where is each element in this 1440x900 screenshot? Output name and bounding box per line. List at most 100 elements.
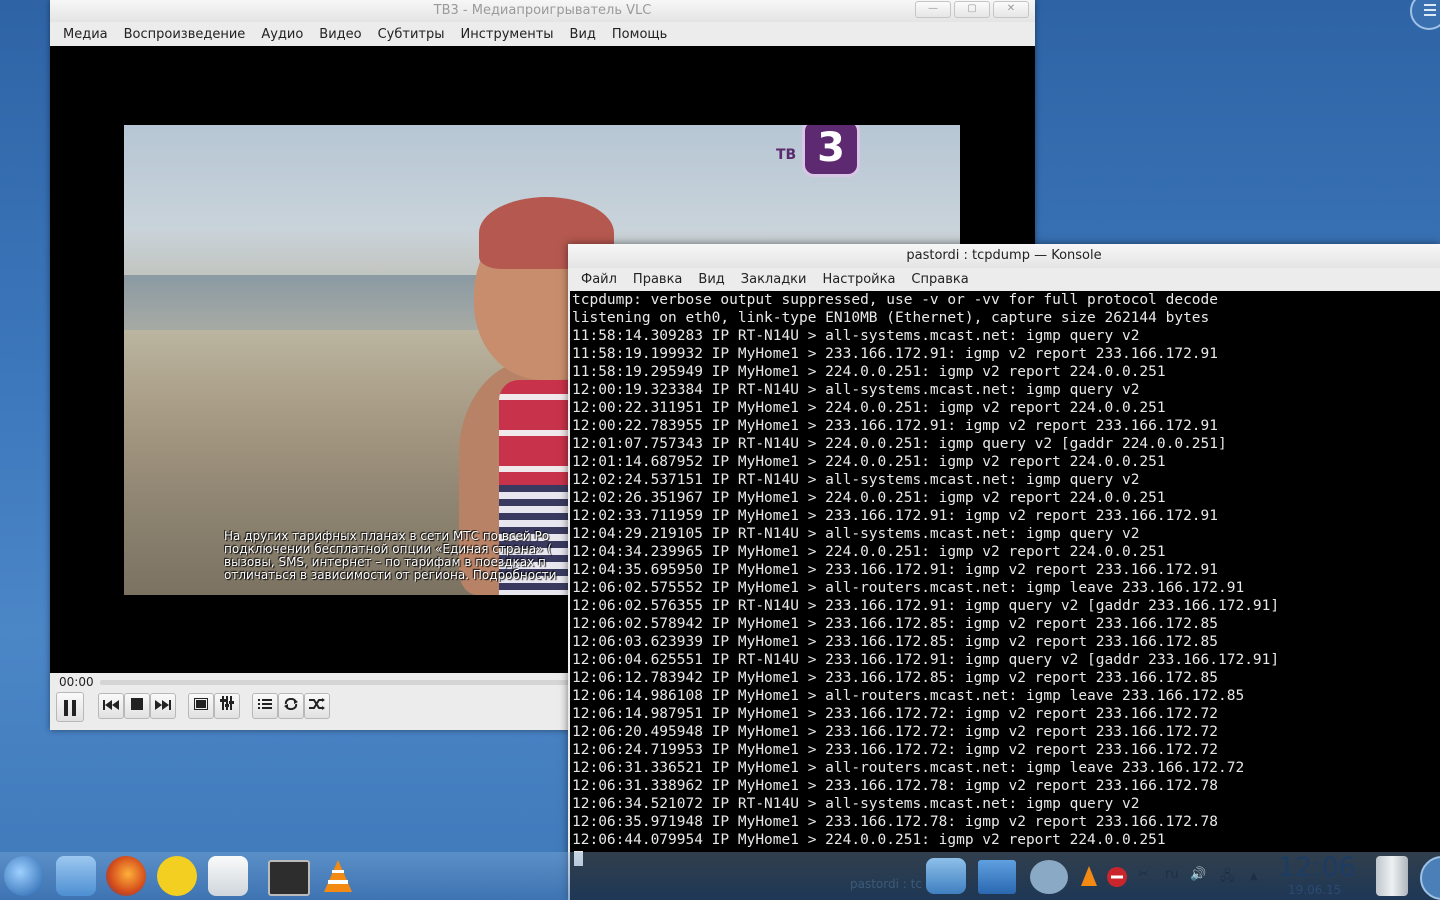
- terminal-line: 12:06:31.338962 IP MyHome1 > 233.166.172…: [572, 778, 1219, 794]
- terminal-line: 12:06:02.575552 IP MyHome1 > all-routers…: [572, 580, 1245, 596]
- terminal-line: 12:06:20.495948 IP MyHome1 > 233.166.172…: [572, 724, 1219, 740]
- playlist-icon: [258, 699, 272, 709]
- desktop-pager-icon[interactable]: [978, 860, 1016, 894]
- clock-date[interactable]: 19.06.15: [1288, 883, 1341, 897]
- menu-audio[interactable]: Аудио: [253, 27, 311, 42]
- taskbar: pastordi : tc ✂ ru 🔊 🖧 ▲ 12:06 19.06.15: [0, 852, 1440, 900]
- terminal-line: 12:00:22.311951 IP MyHome1 > 224.0.0.251…: [572, 400, 1166, 416]
- extended-settings-button[interactable]: [214, 693, 240, 719]
- menu-video[interactable]: Видео: [311, 27, 369, 42]
- menu-playback[interactable]: Воспроизведение: [116, 27, 254, 42]
- terminal-line: 12:01:07.757343 IP RT-N14U > 224.0.0.251…: [572, 436, 1227, 452]
- kde-menu-icon[interactable]: [4, 856, 44, 896]
- menu-edit[interactable]: Правка: [625, 272, 690, 287]
- terminal-line: 12:02:33.711959 IP MyHome1 > 233.166.172…: [572, 508, 1219, 524]
- terminal-line: 12:06:31.336521 IP MyHome1 > all-routers…: [572, 760, 1245, 776]
- terminal-line: 12:06:04.625551 IP RT-N14U > 233.166.172…: [572, 652, 1280, 668]
- panel-toolbox-icon[interactable]: [1420, 856, 1440, 900]
- terminal-line: 12:06:14.987951 IP MyHome1 > 233.166.172…: [572, 706, 1219, 722]
- menu-bookmarks[interactable]: Закладки: [733, 272, 815, 287]
- stop-button[interactable]: [124, 693, 150, 719]
- terminal-line: 12:02:26.351967 IP MyHome1 > 224.0.0.251…: [572, 490, 1166, 506]
- update-tray-icon[interactable]: [1106, 866, 1128, 892]
- clock-time[interactable]: 12:06: [1278, 852, 1356, 883]
- terminal-line: 11:58:19.295949 IP MyHome1 > 224.0.0.251…: [572, 364, 1166, 380]
- terminal-line: 12:06:24.719953 IP MyHome1 > 233.166.172…: [572, 742, 1219, 758]
- network-icon[interactable]: 🖧: [1220, 867, 1235, 889]
- previous-button[interactable]: [98, 693, 124, 719]
- terminal-line: 12:06:14.986108 IP MyHome1 > all-routers…: [572, 688, 1245, 704]
- terminal-line: 12:06:02.578942 IP MyHome1 > 233.166.172…: [572, 616, 1219, 632]
- fullscreen-icon: [194, 698, 208, 710]
- terminal-line: 12:06:35.971948 IP MyHome1 > 233.166.172…: [572, 814, 1219, 830]
- terminal-line: 12:06:44.079954 IP MyHome1 > 224.0.0.251…: [572, 832, 1166, 848]
- pause-button[interactable]: [56, 692, 84, 722]
- menu-help[interactable]: Помощь: [604, 27, 675, 42]
- close-button[interactable]: ✕: [993, 1, 1029, 18]
- terminal-line: 12:02:24.537151 IP RT-N14U > all-systems…: [572, 472, 1140, 488]
- terminal-line: 12:06:34.521072 IP RT-N14U > all-systems…: [572, 796, 1140, 812]
- loop-button[interactable]: [278, 693, 304, 719]
- vlc-tray-icon[interactable]: [1080, 866, 1098, 890]
- minimize-button[interactable]: —: [915, 1, 951, 18]
- clipboard-tray-icon[interactable]: ✂: [1138, 867, 1149, 882]
- loop-icon: [284, 697, 298, 711]
- terminal-line: listening on eth0, link-type EN10MB (Eth…: [572, 310, 1210, 326]
- menu-subtitles[interactable]: Субтитры: [370, 27, 453, 42]
- volume-icon[interactable]: 🔊: [1190, 867, 1206, 882]
- file-manager-icon[interactable]: [56, 856, 96, 896]
- channel-logo-number: 3: [802, 125, 860, 177]
- menu-view[interactable]: Вид: [690, 272, 732, 287]
- task-konsole[interactable]: pastordi : tc: [850, 877, 922, 891]
- konsole-titlebar[interactable]: pastordi : tcpdump — Konsole: [568, 244, 1440, 268]
- firefox-icon[interactable]: [106, 856, 146, 896]
- network-folder-icon[interactable]: [926, 858, 966, 894]
- terminal-line: 12:04:34.239965 IP MyHome1 > 224.0.0.251…: [572, 544, 1166, 560]
- terminal-icon[interactable]: [268, 860, 310, 896]
- terminal-line: 12:06:03.623939 IP MyHome1 > 233.166.172…: [572, 634, 1219, 650]
- playlist-button[interactable]: [252, 693, 278, 719]
- menu-settings[interactable]: Настройка: [814, 272, 903, 287]
- vlc-cone-icon: [324, 860, 352, 892]
- maximize-button[interactable]: ▢: [954, 1, 990, 18]
- pause-icon: [64, 700, 76, 716]
- terminal-line: 12:04:29.219105 IP RT-N14U > all-systems…: [572, 526, 1140, 542]
- skip-next-icon: [155, 700, 171, 710]
- shuffle-button[interactable]: [304, 693, 330, 719]
- device-notifier-icon[interactable]: [1030, 860, 1068, 894]
- terminal-output[interactable]: tcpdump: verbose output suppressed, use …: [570, 291, 1440, 900]
- equalizer-icon: [220, 696, 234, 710]
- elapsed-time: 00:00: [59, 675, 94, 689]
- trash-icon[interactable]: [1376, 856, 1408, 896]
- channel-logo-text: ТВ: [776, 147, 797, 163]
- desktop-toolbox-button[interactable]: [1410, 0, 1440, 30]
- vlc-window-title: ТВ3 - Медиапроигрыватель VLC: [433, 3, 652, 18]
- terminal-line: 12:04:35.695950 IP MyHome1 > 233.166.172…: [572, 562, 1219, 578]
- chat-icon[interactable]: [157, 856, 197, 896]
- vlc-menubar: Медиа Воспроизведение Аудио Видео Субтит…: [50, 22, 1035, 46]
- menu-file[interactable]: Файл: [573, 272, 625, 287]
- terminal-line: 12:00:19.323384 IP RT-N14U > all-systems…: [572, 382, 1140, 398]
- vlc-titlebar[interactable]: ТВ3 - Медиапроигрыватель VLC — ▢ ✕: [50, 0, 1035, 22]
- menu-view[interactable]: Вид: [562, 27, 604, 42]
- terminal-line: tcpdump: verbose output suppressed, use …: [572, 292, 1219, 308]
- menu-help[interactable]: Справка: [903, 272, 976, 287]
- terminal-line: 11:58:14.309283 IP RT-N14U > all-systems…: [572, 328, 1140, 344]
- terminal-line: 12:06:02.576355 IP RT-N14U > 233.166.172…: [572, 598, 1280, 614]
- terminal-line: 11:58:19.199932 IP MyHome1 > 233.166.172…: [572, 346, 1219, 362]
- konsole-menubar: Файл Правка Вид Закладки Настройка Справ…: [568, 268, 1440, 291]
- vlc-icon[interactable]: [318, 856, 358, 896]
- terminal-line: 12:06:12.783942 IP MyHome1 > 233.166.172…: [572, 670, 1219, 686]
- stop-icon: [131, 698, 143, 710]
- next-button[interactable]: [150, 693, 176, 719]
- tray-expand-icon[interactable]: ▲: [1250, 871, 1258, 882]
- mail-icon[interactable]: [208, 856, 248, 896]
- terminal-line: 12:00:22.783955 IP MyHome1 > 233.166.172…: [572, 418, 1219, 434]
- fullscreen-button[interactable]: [188, 693, 214, 719]
- shuffle-icon: [309, 698, 325, 710]
- menu-tools[interactable]: Инструменты: [453, 27, 562, 42]
- konsole-window-title: pastordi : tcpdump — Konsole: [906, 248, 1102, 263]
- menu-media[interactable]: Медиа: [55, 27, 116, 42]
- keyboard-layout[interactable]: ru: [1165, 867, 1179, 882]
- konsole-window: pastordi : tcpdump — Konsole Файл Правка…: [568, 244, 1440, 900]
